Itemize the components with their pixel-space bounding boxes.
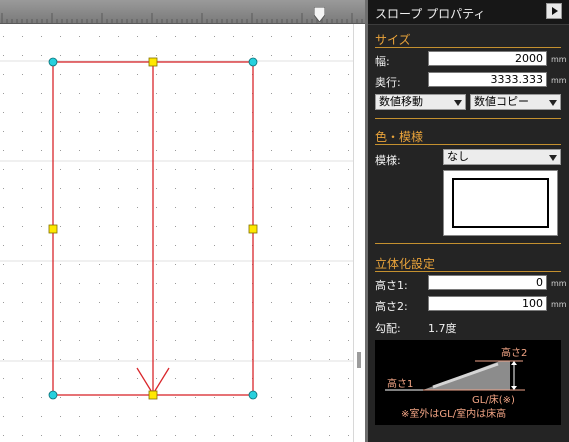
slope-height-diagram: 高さ1 高さ2 GL/床(※) ※室外はGL/室内は床高 — [375, 340, 561, 425]
scrollbar-thumb[interactable] — [357, 352, 361, 368]
handle-bottom-mid[interactable] — [148, 390, 158, 400]
dimension-arrow-down-icon — [511, 386, 517, 390]
pattern-label: 模様: — [375, 154, 401, 167]
diagram-note-text: ※室外はGL/室内は床高 — [401, 407, 506, 420]
depth-label: 奥行: — [375, 76, 401, 89]
corner-handle-top-right[interactable] — [248, 57, 258, 67]
depth-input[interactable]: 3333.333 — [428, 72, 547, 87]
slope-value: 1.7度 — [428, 322, 457, 335]
chevron-down-icon — [549, 155, 557, 161]
height1-text: 高さ1 — [387, 377, 413, 390]
slope-arrow-right — [152, 367, 170, 395]
copy-value-select[interactable]: 数値コピー — [470, 94, 561, 110]
section-divider — [375, 118, 561, 119]
gl-text: GL/床(※) — [472, 393, 515, 406]
slope-arrow-left — [136, 367, 154, 395]
width-unit: mm — [551, 55, 567, 64]
section-divider — [375, 144, 561, 145]
height2-text: 高さ2 — [501, 346, 527, 359]
slope-diagram-graphic: 高さ1 高さ2 GL/床(※) ※室外はGL/室内は床高 — [385, 346, 527, 420]
handle-right-mid[interactable] — [248, 224, 258, 234]
copy-value-select-label: 数値コピー — [474, 95, 529, 108]
panel-title: スロープ プロパティ — [375, 7, 486, 21]
collapse-panel-button[interactable] — [546, 3, 562, 19]
property-panel: スロープ プロパティ サイズ 幅: 2000 mm 奥行: 3333.333 m… — [368, 0, 569, 442]
vertical-scrollbar[interactable] — [353, 24, 365, 442]
handle-top-mid[interactable] — [148, 57, 158, 67]
height1-label: 高さ1: — [375, 279, 408, 292]
move-value-select[interactable]: 数値移動 — [375, 94, 466, 110]
corner-handle-bottom-left[interactable] — [48, 390, 58, 400]
section-size-title: サイズ — [375, 33, 411, 47]
section-color-title: 色・模様 — [375, 130, 424, 144]
slope-label: 勾配: — [375, 322, 401, 335]
height2-unit: mm — [551, 300, 567, 309]
pattern-select[interactable]: なし — [443, 149, 561, 165]
width-input[interactable]: 2000 — [428, 51, 547, 66]
section-divider — [375, 47, 561, 48]
height1-input[interactable]: 0 — [428, 275, 547, 290]
chevron-down-icon — [549, 100, 557, 106]
dimension-arrow-up-icon — [511, 361, 517, 365]
handle-left-mid[interactable] — [48, 224, 58, 234]
section-divider — [375, 243, 561, 244]
depth-unit: mm — [551, 76, 567, 85]
slope-shape[interactable] — [0, 0, 353, 442]
section-divider — [375, 271, 561, 272]
height2-label: 高さ2: — [375, 300, 408, 313]
pattern-select-label: なし — [447, 150, 469, 163]
height1-unit: mm — [551, 279, 567, 288]
height2-input[interactable]: 100 — [428, 296, 547, 311]
corner-handle-bottom-right[interactable] — [248, 390, 258, 400]
width-label: 幅: — [375, 55, 390, 68]
section-solid-title: 立体化設定 — [375, 257, 436, 271]
panel-header: スロープ プロパティ — [368, 0, 569, 25]
move-value-select-label: 数値移動 — [379, 95, 423, 108]
chevron-down-icon — [454, 100, 462, 106]
pattern-preview — [443, 170, 558, 236]
corner-handle-top-left[interactable] — [48, 57, 58, 67]
drawing-canvas[interactable] — [0, 0, 365, 442]
